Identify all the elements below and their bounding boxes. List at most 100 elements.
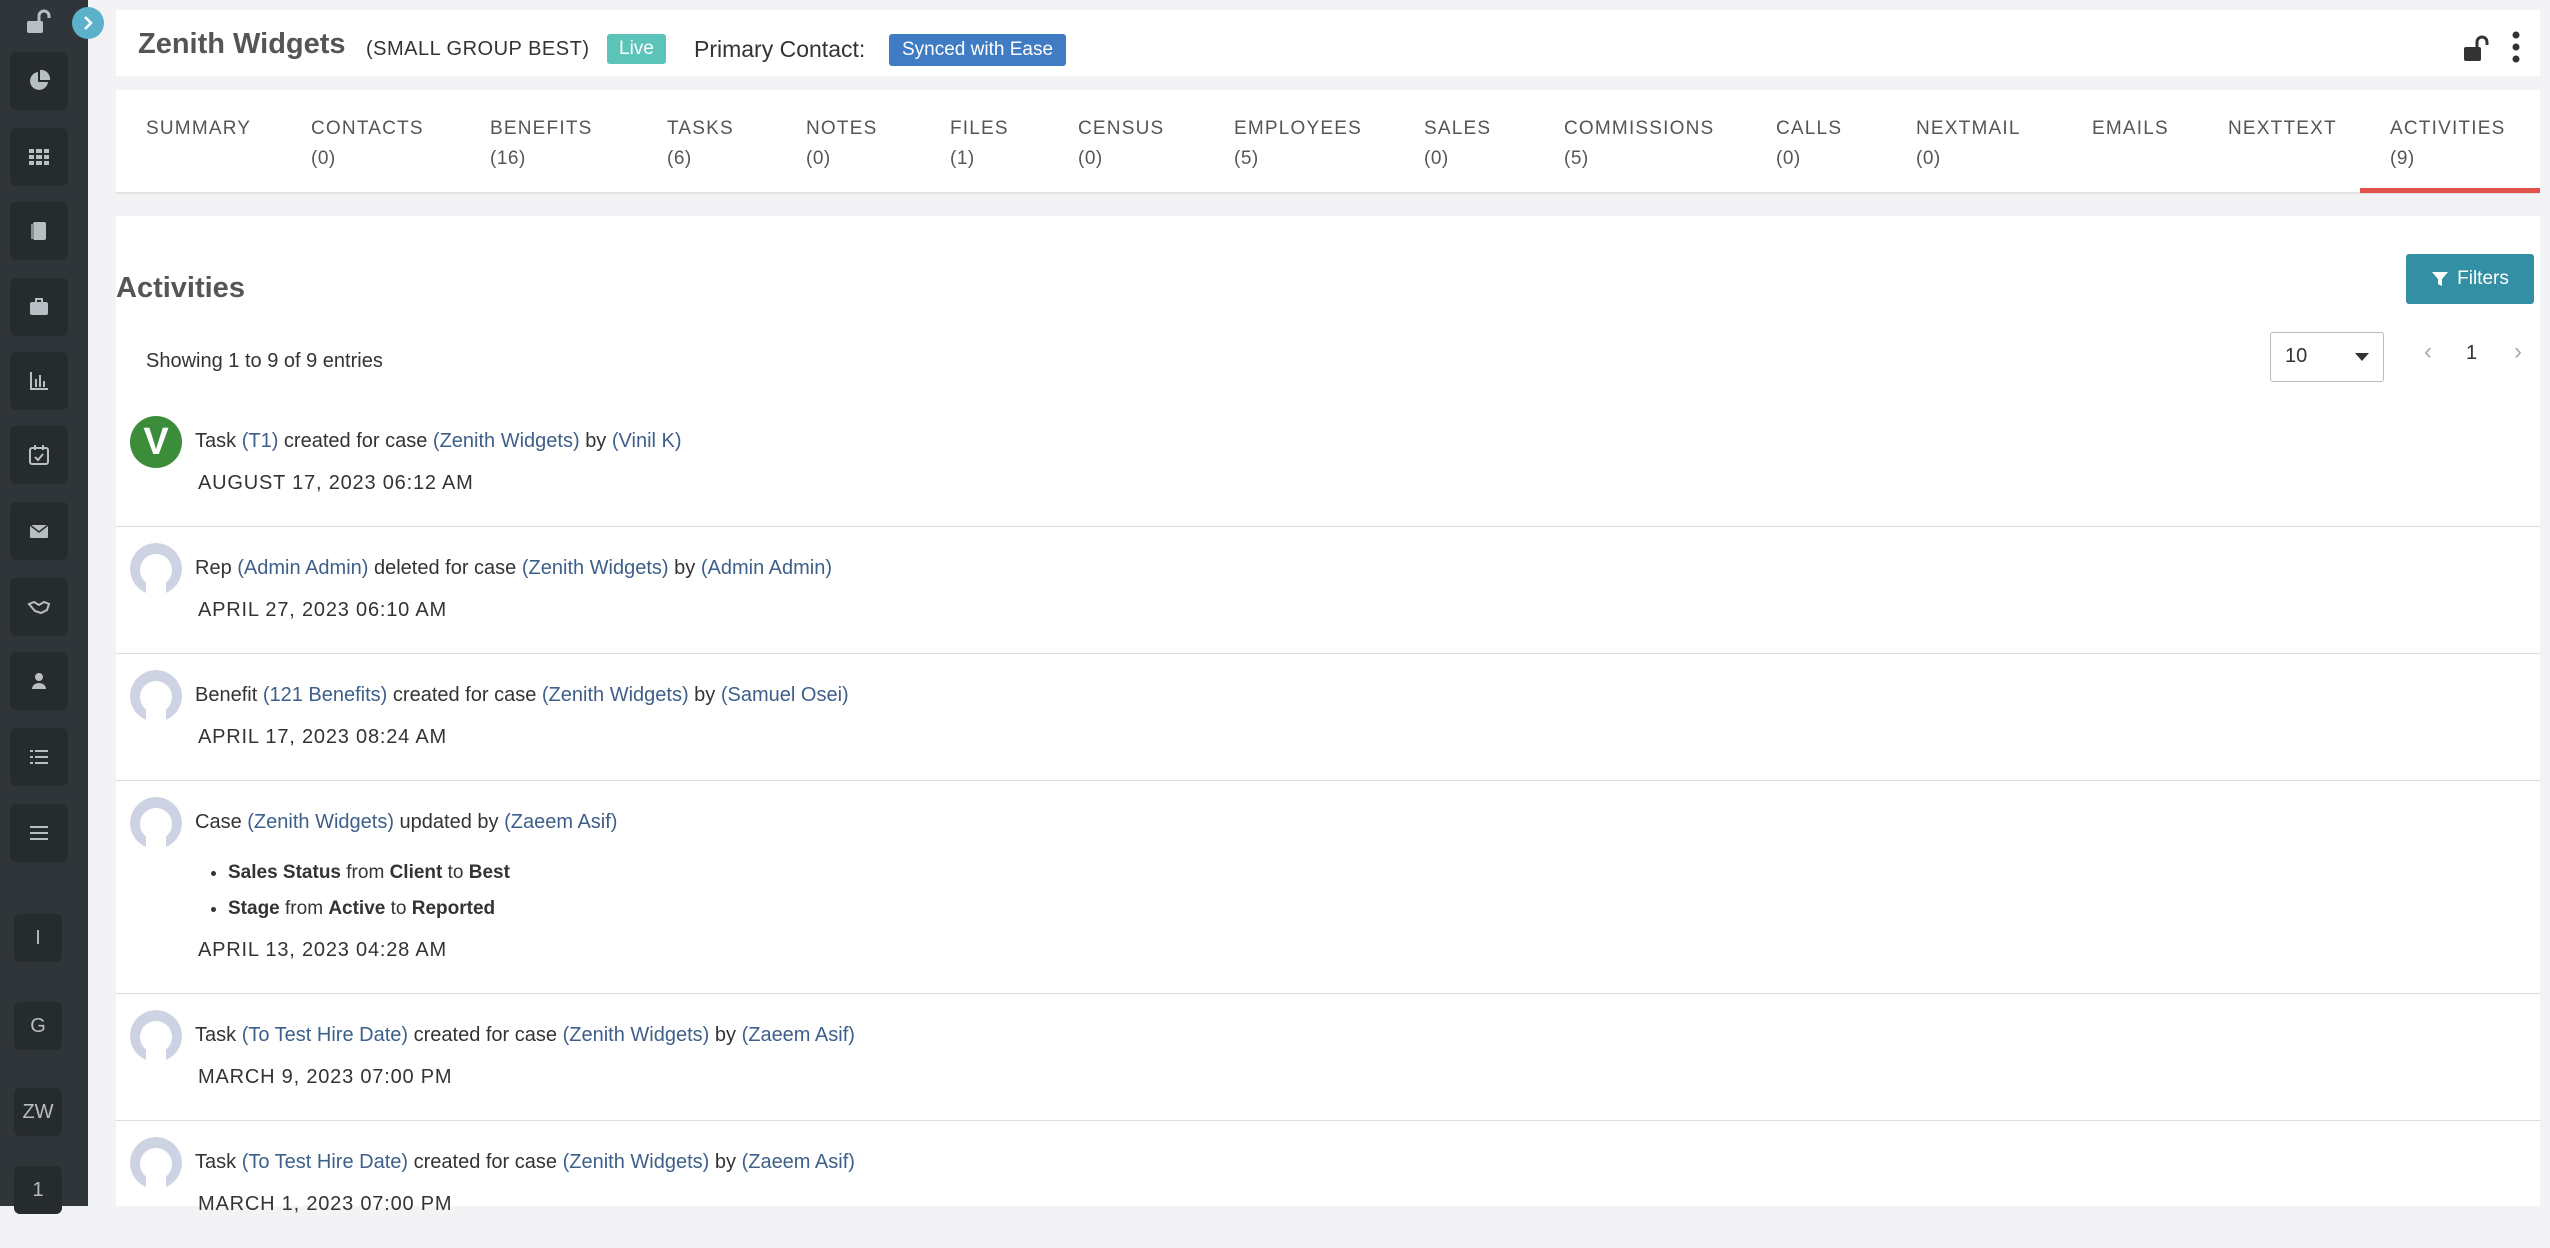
- tab-sales[interactable]: SALES (0): [1424, 114, 1491, 174]
- activity-text: Benefit (121 Benefits) created for case …: [195, 684, 849, 707]
- calendar-check-icon: [29, 445, 49, 465]
- sidebar-toggle-button[interactable]: [72, 7, 104, 39]
- activity-link[interactable]: (Zenith Widgets): [542, 684, 689, 706]
- tab-count: (6): [667, 148, 692, 169]
- tab-label: COMMISSIONS: [1564, 118, 1715, 139]
- list-item: Rep (Admin Admin) deleted for case (Zeni…: [116, 527, 2540, 654]
- activity-link[interactable]: (Zaeem Asif): [504, 811, 617, 833]
- tab-label: FILES: [950, 118, 1009, 139]
- tab-emails[interactable]: EMAILS: [2092, 114, 2169, 144]
- primary-contact-badge[interactable]: Synced with Ease: [889, 34, 1067, 66]
- primary-contact-label: Primary Contact:: [694, 36, 866, 62]
- activity-word: by: [714, 1024, 736, 1046]
- activity-link[interactable]: (Zenith Widgets): [563, 1024, 710, 1046]
- tab-count: (0): [1776, 148, 1801, 169]
- activity-word: Task: [195, 1024, 237, 1046]
- list-icon: [30, 750, 48, 764]
- tab-label: CALLS: [1776, 118, 1843, 139]
- tab-summary[interactable]: SUMMARY: [146, 114, 251, 144]
- unlock-icon[interactable]: [24, 8, 52, 36]
- tab-employees[interactable]: EMPLOYEES (5): [1234, 114, 1362, 174]
- tab-calls[interactable]: CALLS (0): [1776, 114, 1842, 174]
- menu-icon: [30, 826, 48, 840]
- tab-files[interactable]: FILES (1): [950, 114, 1009, 174]
- tab-notes[interactable]: NOTES (0): [806, 114, 877, 174]
- change-to: Reported: [411, 898, 496, 919]
- book-icon: [31, 222, 46, 240]
- more-options-icon[interactable]: [2508, 30, 2524, 66]
- sidebar-item-dashboard[interactable]: [10, 52, 68, 110]
- activity-link[interactable]: (Admin Admin): [237, 557, 368, 579]
- activity-link[interactable]: (To Test Hire Date): [242, 1024, 408, 1046]
- sidebar-item-deals[interactable]: [10, 578, 68, 636]
- sidebar-item-menu[interactable]: [10, 804, 68, 862]
- sidebar-item-calendar[interactable]: [10, 426, 68, 484]
- activity-link[interactable]: (Zenith Widgets): [433, 430, 580, 452]
- activity-link[interactable]: (121 Benefits): [263, 684, 388, 706]
- filter-icon: [2432, 272, 2449, 286]
- list-item: Task (To Test Hire Date) created for cas…: [116, 1121, 2540, 1248]
- tab-tasks[interactable]: TASKS (6): [667, 114, 734, 174]
- avatar-placeholder-icon: [130, 543, 182, 595]
- change-item: Stage from Active to Reported: [228, 891, 510, 927]
- activity-link[interactable]: (Zenith Widgets): [247, 811, 394, 833]
- activity-text: Rep (Admin Admin) deleted for case (Zeni…: [195, 557, 832, 580]
- mail-icon: [29, 524, 49, 538]
- activity-text: Case (Zenith Widgets) updated by (Zaeem …: [195, 811, 617, 834]
- activity-link[interactable]: (Zaeem Asif): [742, 1151, 855, 1173]
- activity-text: Task (To Test Hire Date) created for cas…: [195, 1151, 855, 1174]
- sidebar-letter-item[interactable]: I: [14, 914, 62, 962]
- tab-census[interactable]: CENSUS (0): [1078, 114, 1164, 174]
- sidebar-letter-item[interactable]: G: [14, 1002, 62, 1050]
- sidebar-letter-item[interactable]: 1: [14, 1166, 62, 1214]
- prev-page-icon[interactable]: ‹: [2424, 338, 2432, 366]
- activity-word: updated by: [399, 811, 499, 833]
- sidebar-item-apps[interactable]: [10, 128, 68, 186]
- tab-commissions[interactable]: COMMISSIONS (5): [1564, 114, 1714, 174]
- activity-text: Task (T1) created for case (Zenith Widge…: [195, 430, 682, 453]
- list-item: V Task (T1) created for case (Zenith Wid…: [116, 400, 2540, 527]
- activity-word: by: [694, 684, 716, 706]
- sidebar-letter-item[interactable]: ZW: [14, 1088, 62, 1136]
- case-type-label: (SMALL GROUP BEST): [366, 38, 590, 60]
- activity-link[interactable]: (Zenith Widgets): [563, 1151, 710, 1173]
- tab-nextmail[interactable]: NEXTMAIL (0): [1916, 114, 2021, 174]
- next-page-icon[interactable]: ›: [2514, 338, 2522, 366]
- activity-link[interactable]: (Admin Admin): [701, 557, 832, 579]
- list-item: Task (To Test Hire Date) created for cas…: [116, 994, 2540, 1121]
- tab-benefits[interactable]: BENEFITS (16): [490, 114, 593, 174]
- tab-count: (9): [2390, 148, 2415, 169]
- sidebar-item-user[interactable]: [10, 652, 68, 710]
- activity-link[interactable]: (T1): [242, 430, 279, 452]
- activity-word: by: [714, 1151, 736, 1173]
- tab-contacts[interactable]: CONTACTS (0): [311, 114, 424, 174]
- activity-link[interactable]: (To Test Hire Date): [242, 1151, 408, 1173]
- sidebar-item-reports[interactable]: [10, 352, 68, 410]
- sidebar-item-briefcase[interactable]: [10, 278, 68, 336]
- activity-link[interactable]: (Zaeem Asif): [742, 1024, 855, 1046]
- per-page-value: 10: [2285, 345, 2308, 367]
- activity-link[interactable]: (Samuel Osei): [721, 684, 849, 706]
- page-number[interactable]: 1: [2466, 342, 2477, 365]
- sidebar-item-list[interactable]: [10, 728, 68, 786]
- activity-word: Rep: [195, 557, 232, 579]
- change-from: Client: [389, 862, 443, 883]
- tab-activities[interactable]: ACTIVITIES (9): [2390, 114, 2505, 174]
- sidebar-item-mail[interactable]: [10, 502, 68, 560]
- activity-word: Task: [195, 430, 237, 452]
- filters-button[interactable]: Filters: [2406, 254, 2534, 304]
- tab-bar: SUMMARY CONTACTS (0) BENEFITS (16) TASKS (6…: [116, 90, 2540, 194]
- tab-label: BENEFITS: [490, 118, 593, 139]
- tab-label: NEXTTEXT: [2228, 118, 2337, 139]
- sidebar-item-book[interactable]: [10, 202, 68, 260]
- change-from: Active: [328, 898, 386, 919]
- activity-word: created for case: [413, 1024, 558, 1046]
- per-page-select[interactable]: 10: [2270, 332, 2384, 382]
- avatar: V: [130, 416, 182, 468]
- unlock-icon[interactable]: [2462, 34, 2492, 64]
- activity-link[interactable]: (Vinil K): [612, 430, 682, 452]
- change-item: Sales Status from Client to Best: [228, 855, 510, 891]
- apps-icon: [29, 149, 49, 165]
- activity-link[interactable]: (Zenith Widgets): [522, 557, 669, 579]
- tab-nexttext[interactable]: NEXTTEXT: [2228, 114, 2337, 144]
